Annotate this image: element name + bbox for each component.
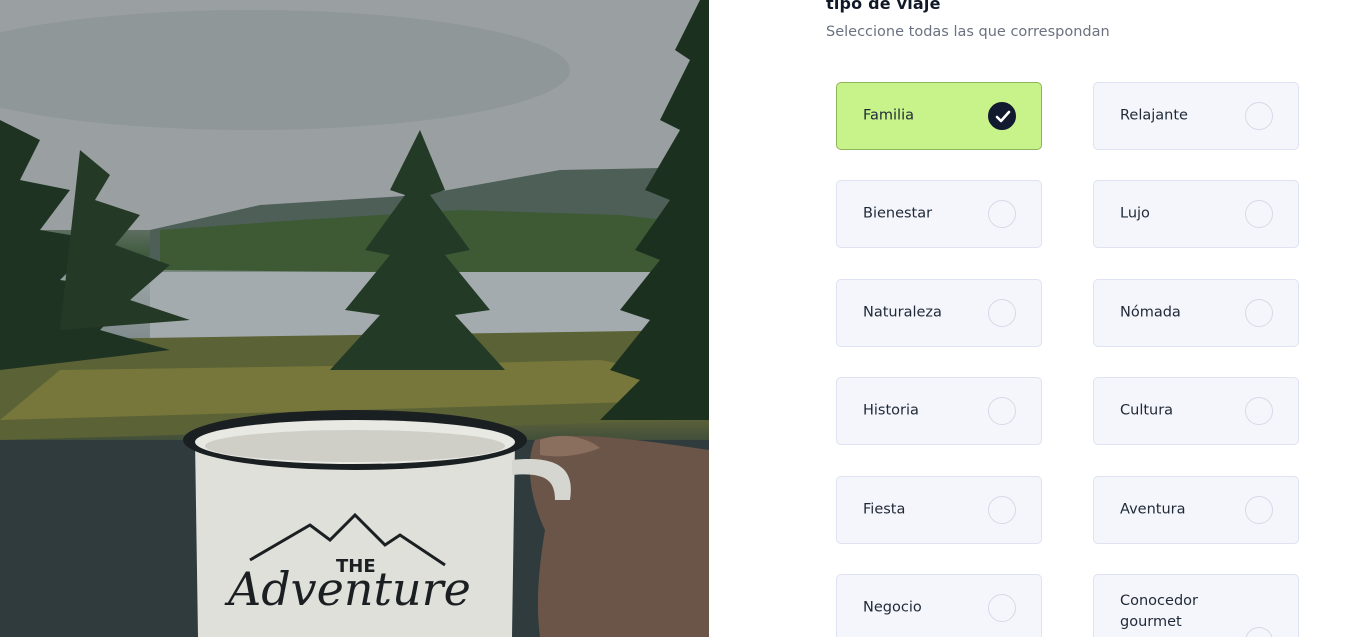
empty-circle-icon <box>988 299 1016 327</box>
option-negocio[interactable]: Negocio <box>836 574 1042 637</box>
option-relajante[interactable]: Relajante <box>1093 82 1299 150</box>
mug-text-adventure: Adventure <box>224 562 471 616</box>
option-label: Bienestar <box>863 205 933 222</box>
option-label: Naturaleza <box>863 304 942 321</box>
empty-circle-icon <box>1245 102 1273 130</box>
hero-photo: THE Adventure <box>0 0 709 637</box>
empty-circle-icon <box>988 496 1016 524</box>
empty-circle-icon <box>1245 627 1273 637</box>
section-title: tipo de viaje <box>826 0 941 13</box>
option-naturaleza[interactable]: Naturaleza <box>836 279 1042 347</box>
option-fiesta[interactable]: Fiesta <box>836 476 1042 544</box>
option-label: Nómada <box>1120 304 1181 321</box>
option-familia[interactable]: Familia <box>836 82 1042 150</box>
empty-circle-icon <box>1245 496 1273 524</box>
option-label: Lujo <box>1120 205 1150 222</box>
option-cultura[interactable]: Cultura <box>1093 377 1299 445</box>
empty-circle-icon <box>1245 299 1273 327</box>
option-label: Negocio <box>863 599 922 616</box>
empty-circle-icon <box>988 200 1016 228</box>
option-label: Relajante <box>1120 107 1188 124</box>
option-aventura[interactable]: Aventura <box>1093 476 1299 544</box>
empty-circle-icon <box>1245 397 1273 425</box>
option-lujo[interactable]: Lujo <box>1093 180 1299 248</box>
option-label: Conocedor gourmet <box>1120 593 1198 630</box>
option-label: Cultura <box>1120 402 1174 419</box>
section-subtitle: Seleccione todas las que correspondan <box>826 24 1110 40</box>
option-historia[interactable]: Historia <box>836 377 1042 445</box>
option-nomada[interactable]: Nómada <box>1093 279 1299 347</box>
option-bienestar[interactable]: Bienestar <box>836 180 1042 248</box>
option-label: Aventura <box>1120 501 1186 518</box>
trip-type-form: tipo de viaje Seleccione todas las que c… <box>709 0 1366 637</box>
option-conocedor-gourmet[interactable]: Conocedor gourmet <box>1093 574 1299 637</box>
option-label: Fiesta <box>863 501 906 518</box>
empty-circle-icon <box>988 594 1016 622</box>
empty-circle-icon <box>1245 200 1273 228</box>
empty-circle-icon <box>988 397 1016 425</box>
option-label: Familia <box>863 107 914 124</box>
landscape-illustration: THE Adventure <box>0 0 709 637</box>
option-label: Historia <box>863 402 919 419</box>
check-circle-icon <box>988 102 1016 130</box>
